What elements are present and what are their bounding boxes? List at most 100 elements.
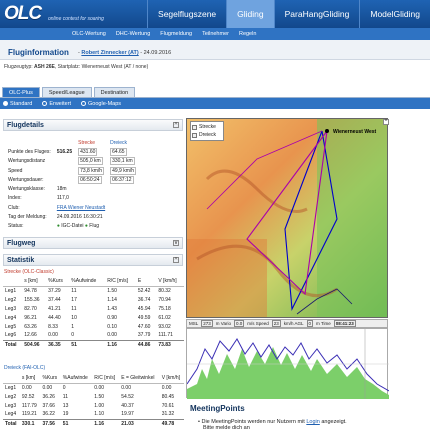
collapse-icon[interactable]: ^ [173,257,179,263]
readout-label: MSL [189,321,199,326]
cell-value: 1.16 [105,339,136,349]
cell-value: 80.32 [158,287,171,294]
statistik-title: Statistik [7,257,35,264]
cell-value: 75.18 [158,305,171,312]
cell-value: 117.79 [21,402,37,409]
pilot-link[interactable]: Robert Zinnecker (AT) [81,50,138,56]
row-value: 516.25 [56,148,73,155]
flug-link[interactable]: Flug [89,223,99,229]
cell-value: 44.86 [135,339,157,349]
cell-value: 1.00 [94,402,105,409]
cell-value: 13 [62,402,69,409]
club-link[interactable]: FRA Wiener Neustadt [57,205,105,211]
radio-google-maps[interactable]: Google-Maps [81,101,121,107]
readout-label: m Vario [215,321,231,326]
leg-label: Leg4 [5,411,17,418]
mp-line2: Bitte melde dich an [203,425,250,431]
leg-label: Leg1 [5,384,17,391]
flugdetails-header[interactable]: Flugdetails ^ [3,119,183,131]
tab-modelgliding[interactable]: ModelGliding [359,0,430,28]
row-value: 18m [56,186,67,193]
top-tabs: Segelflugszene Gliding ParaHangGliding M… [147,0,430,28]
tab-destination[interactable]: Destination [93,87,136,97]
cell-value: 11 [71,287,77,294]
cell-value: 63.26 [24,323,37,330]
checkbox-icon[interactable] [192,124,197,130]
collapse-icon[interactable]: ^ [173,122,179,128]
row-value: 24.09.2016 16:30:21 [56,214,103,221]
cell-value: 37.56 [40,418,61,428]
olc-logo[interactable]: OLC [4,3,42,25]
cell-value: 31.32 [161,411,175,418]
cell-value: 37.29 [48,287,61,294]
cell-value: 1.50 [107,287,117,294]
subnav-teilnehmer[interactable]: Teilnehmer [202,31,229,37]
cell-value: 0.00 [107,332,117,339]
cell-value: 41.21 [48,305,61,312]
tab-parahanggliding[interactable]: ParaHangGliding [273,0,360,28]
leg-label: Leg3 [5,402,17,409]
strecke-value: 431.60 [78,147,98,156]
map-collapse-icon[interactable]: ^ [383,119,389,125]
cell-value: 70.94 [158,296,171,303]
cell-value: 36.22 [42,411,55,418]
readout-label: km/h AGL [283,321,304,326]
cell-value: 12.66 [24,332,37,339]
cell-value: 19 [62,411,69,418]
startplace: Wienerneust West (AT / none) [81,64,149,70]
tab-gliding[interactable]: Gliding [226,0,274,28]
readout-value: 0 [306,320,314,327]
cell-value: 0.00 [21,384,32,391]
tab-segelflugszene[interactable]: Segelflugszene [147,0,226,28]
subnav-flugmeldung[interactable]: Flugmeldung [160,31,192,37]
barogram[interactable] [186,328,390,399]
cell-value: 10 [71,314,77,321]
cell-value: 54.52 [121,393,134,400]
cell-value: 0.00 [48,332,58,339]
aircraft-type: ASH 26E [34,64,55,70]
row-label: Tag der Meldung: [8,214,47,221]
leg-label: Leg2 [5,393,17,400]
cell-value: 17 [71,296,77,303]
flugweg-header[interactable]: Flugweg v [3,237,183,249]
flight-map[interactable]: Wienerneust West [186,118,388,318]
checkbox-icon[interactable] [192,132,197,138]
legend-strecke[interactable]: Strecke [192,123,222,131]
subnav-dhc-wertung[interactable]: DHC-Wertung [116,31,150,37]
cell-value: 504.96 [22,339,47,349]
cell-value: 1.16 [92,418,120,428]
cell-value: 82.70 [24,305,37,312]
cell-value: 36.35 [46,339,70,349]
collapse-icon[interactable]: v [173,240,179,246]
cell-value: 37.44 [48,296,61,303]
row-value: 117,0 [56,195,69,202]
cell-value: 61.02 [158,314,171,321]
cell-value: 49.78 [159,418,184,428]
table-row: Leg1 0.00 0.00 0 0.00 0.00 0.00 [3,383,184,392]
igc-file-link[interactable]: IGC-Datei [61,223,83,229]
radio-erweitert[interactable]: Erweitert [42,101,71,107]
tab-speed-league[interactable]: Speed/League [41,87,92,97]
login-link[interactable]: Login [306,419,319,425]
strecke-value: 73,8 km/h [78,166,105,175]
row-label: Club: [8,204,20,211]
cell-value: 52.42 [137,287,151,294]
strecke-stats-table: s [km] %Kurs %Aufwinde R/C [m/s] E V [km… [3,276,184,349]
subnav-regeln[interactable]: Regeln [239,31,256,37]
cell-value: 19.97 [121,411,134,418]
radio-standard[interactable]: Standard [3,101,32,107]
row-label: Punkte des Fluges: [8,148,51,155]
col-header: V [km/h] [159,373,184,384]
col-header: R/C [m/s] [92,373,120,384]
place-label: Wienerneust West [333,129,377,135]
cell-value: 1.43 [107,305,117,312]
cell-value: 80.45 [161,393,175,400]
mp-text-after: angezeigt. [321,419,347,425]
cell-value: 94.78 [24,287,37,294]
legend-dreieck[interactable]: Dreieck [192,131,222,139]
cell-value: 37.79 [137,332,151,339]
statistik-header[interactable]: Statistik ^ [3,254,183,266]
tab-olc-plus[interactable]: OLC-Plus [2,87,40,97]
table-row: Leg2 92.52 36.26 11 1.50 54.52 80.45 [3,392,184,401]
subnav-olc-wertung[interactable]: OLC-Wertung [72,31,106,37]
